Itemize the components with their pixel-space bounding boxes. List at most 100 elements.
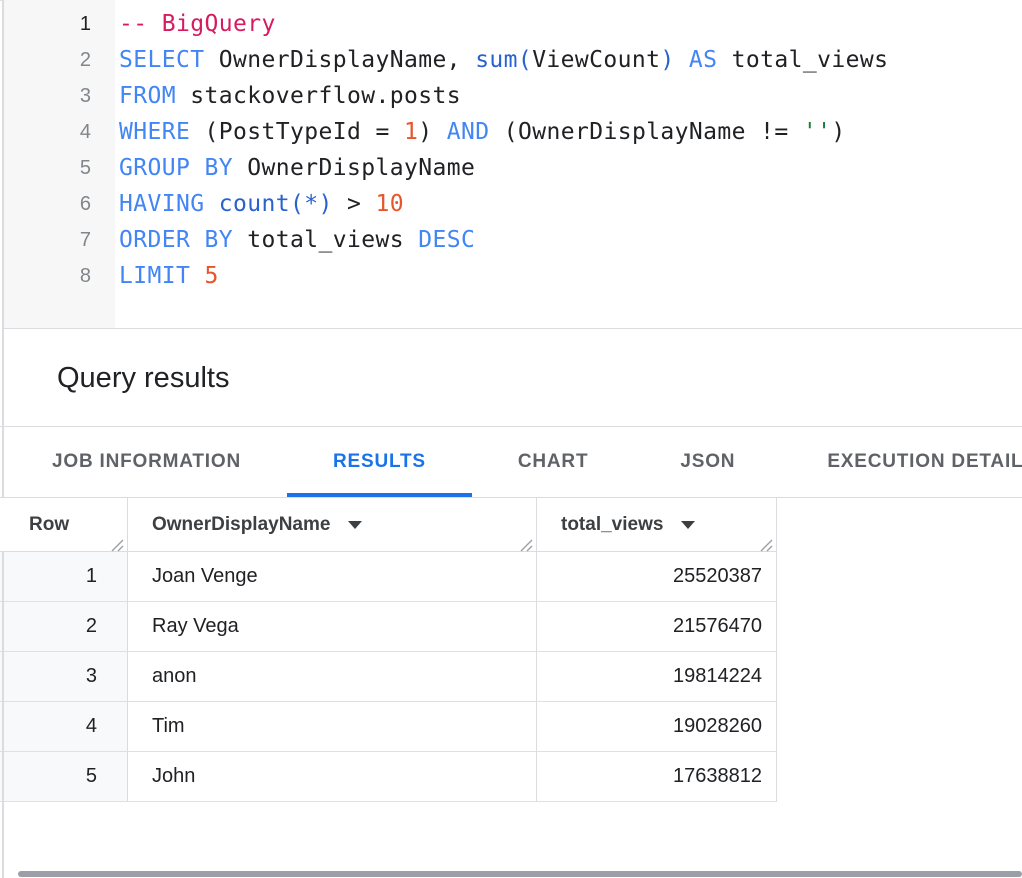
column-menu-dropdown-icon[interactable] bbox=[681, 521, 695, 529]
line-number: 5 bbox=[4, 150, 115, 186]
line-number: 1 bbox=[4, 6, 115, 42]
query-results-title: Query results bbox=[57, 362, 1022, 395]
code-token-kw: AS bbox=[689, 47, 718, 73]
query-results-header: Query results bbox=[0, 329, 1022, 427]
total-views-cell: 21576470 bbox=[536, 602, 776, 652]
code-token-num: 1 bbox=[404, 119, 418, 145]
line-number: 6 bbox=[4, 186, 115, 222]
column-menu-dropdown-icon[interactable] bbox=[348, 521, 362, 529]
column-resize-handle[interactable] bbox=[519, 536, 533, 550]
row-number-cell: 5 bbox=[0, 752, 127, 802]
total-views-cell: 19814224 bbox=[536, 652, 776, 702]
row-number-cell: 3 bbox=[0, 652, 127, 702]
column-header-label: OwnerDisplayName bbox=[152, 514, 330, 536]
code-line[interactable]: WHERE (PostTypeId = 1) AND (OwnerDisplay… bbox=[119, 114, 1022, 150]
table-row: 5John17638812 bbox=[0, 752, 776, 802]
code-token-kw: GROUP BY bbox=[119, 155, 233, 181]
code-line[interactable]: ORDER BY total_views DESC bbox=[119, 222, 1022, 258]
code-token-fn: sum( bbox=[475, 47, 532, 73]
results-table: Row OwnerDisplayName total_views 1Joan Ven… bbox=[0, 498, 777, 802]
code-line[interactable]: FROM stackoverflow.posts bbox=[119, 78, 1022, 114]
tab-results[interactable]: RESULTS bbox=[287, 427, 472, 497]
code-line[interactable]: GROUP BY OwnerDisplayName bbox=[119, 150, 1022, 186]
line-number: 8 bbox=[4, 258, 115, 294]
results-table-header-row: Row OwnerDisplayName total_views bbox=[0, 498, 776, 552]
total-views-cell: 25520387 bbox=[536, 552, 776, 602]
row-number-cell: 4 bbox=[0, 702, 127, 752]
editor-gutter: 12345678 bbox=[4, 0, 115, 328]
code-token-kw: AND bbox=[447, 119, 490, 145]
code-token-plain: OwnerDisplayName bbox=[233, 155, 475, 181]
code-token-plain bbox=[204, 191, 218, 217]
line-number: 2 bbox=[4, 42, 115, 78]
code-token-str: '' bbox=[803, 119, 832, 145]
editor-code[interactable]: -- BigQuery SELECT OwnerDisplayName, sum(… bbox=[115, 0, 1022, 328]
tab-label: JSON bbox=[680, 451, 735, 473]
column-resize-handle[interactable] bbox=[759, 536, 773, 550]
column-header-label: total_views bbox=[561, 514, 663, 536]
column-header-label: Row bbox=[29, 514, 69, 536]
code-token-plain: total_views bbox=[233, 227, 418, 253]
code-line[interactable]: HAVING count(*) > 10 bbox=[119, 186, 1022, 222]
code-token-plain: (PostTypeId = bbox=[190, 119, 404, 145]
code-token-plain: (OwnerDisplayName != bbox=[489, 119, 802, 145]
horizontal-scrollbar[interactable] bbox=[18, 871, 1022, 877]
table-row: 4Tim19028260 bbox=[0, 702, 776, 752]
tab-json[interactable]: JSON bbox=[634, 427, 781, 497]
code-token-kw: HAVING bbox=[119, 191, 204, 217]
total-views-cell: 19028260 bbox=[536, 702, 776, 752]
owner-display-name-cell: John bbox=[127, 752, 536, 802]
code-token-plain: total_views bbox=[717, 47, 888, 73]
code-line[interactable]: SELECT OwnerDisplayName, sum(ViewCount) … bbox=[119, 42, 1022, 78]
owner-display-name-cell: anon bbox=[127, 652, 536, 702]
code-token-num: 10 bbox=[375, 191, 404, 217]
line-number: 3 bbox=[4, 78, 115, 114]
code-token-plain bbox=[190, 263, 204, 289]
row-number-cell: 1 bbox=[0, 552, 127, 602]
tab-label: JOB INFORMATION bbox=[52, 451, 241, 473]
tab-job-information[interactable]: JOB INFORMATION bbox=[6, 427, 287, 497]
tab-label: EXECUTION DETAILS bbox=[827, 451, 1022, 473]
code-line[interactable]: -- BigQuery bbox=[119, 6, 1022, 42]
bigquery-results-panel: 12345678 -- BigQuerySELECT OwnerDisplayN… bbox=[0, 0, 1022, 878]
code-line[interactable]: LIMIT 5 bbox=[119, 258, 1022, 294]
column-header-row: Row bbox=[0, 498, 127, 552]
code-token-kw: LIMIT bbox=[119, 263, 190, 289]
code-token-kw: ORDER BY bbox=[119, 227, 233, 253]
code-token-kw: SELECT bbox=[119, 47, 204, 73]
owner-display-name-cell: Tim bbox=[127, 702, 536, 752]
column-header-total_views: total_views bbox=[536, 498, 776, 552]
total-views-cell: 17638812 bbox=[536, 752, 776, 802]
code-token-plain: ) bbox=[418, 119, 447, 145]
code-token-kw: FROM bbox=[119, 83, 176, 109]
line-number: 7 bbox=[4, 222, 115, 258]
column-header-ownerdisplayname: OwnerDisplayName bbox=[127, 498, 536, 552]
tab-label: CHART bbox=[518, 451, 589, 473]
code-token-fn: count(*) bbox=[219, 191, 333, 217]
results-table-body: 1Joan Venge255203872Ray Vega215764703ano… bbox=[0, 552, 776, 802]
sql-editor[interactable]: 12345678 -- BigQuerySELECT OwnerDisplayN… bbox=[4, 0, 1022, 329]
table-row: 1Joan Venge25520387 bbox=[0, 552, 776, 602]
code-token-comment: -- BigQuery bbox=[119, 11, 276, 37]
code-token-kw: DESC bbox=[418, 227, 475, 253]
tab-label: RESULTS bbox=[333, 451, 426, 473]
line-number: 4 bbox=[4, 114, 115, 150]
code-token-plain: OwnerDisplayName, bbox=[204, 47, 475, 73]
tab-execution-details[interactable]: EXECUTION DETAILS bbox=[781, 427, 1022, 497]
table-row: 3anon19814224 bbox=[0, 652, 776, 702]
code-token-plain bbox=[675, 47, 689, 73]
code-token-num: 5 bbox=[205, 263, 219, 289]
code-token-plain: > bbox=[333, 191, 376, 217]
owner-display-name-cell: Ray Vega bbox=[127, 602, 536, 652]
tab-chart[interactable]: CHART bbox=[472, 427, 635, 497]
code-token-plain: ) bbox=[831, 119, 845, 145]
code-token-plain: ViewCount bbox=[532, 47, 660, 73]
table-row: 2Ray Vega21576470 bbox=[0, 602, 776, 652]
code-token-plain: stackoverflow.posts bbox=[176, 83, 461, 109]
column-resize-handle[interactable] bbox=[110, 536, 124, 550]
results-tabs: JOB INFORMATION RESULTS CHART JSON EXECUTION… bbox=[0, 427, 1022, 498]
owner-display-name-cell: Joan Venge bbox=[127, 552, 536, 602]
active-tab-underline bbox=[287, 493, 472, 497]
code-token-fn: ) bbox=[660, 47, 674, 73]
code-token-kw: WHERE bbox=[119, 119, 190, 145]
